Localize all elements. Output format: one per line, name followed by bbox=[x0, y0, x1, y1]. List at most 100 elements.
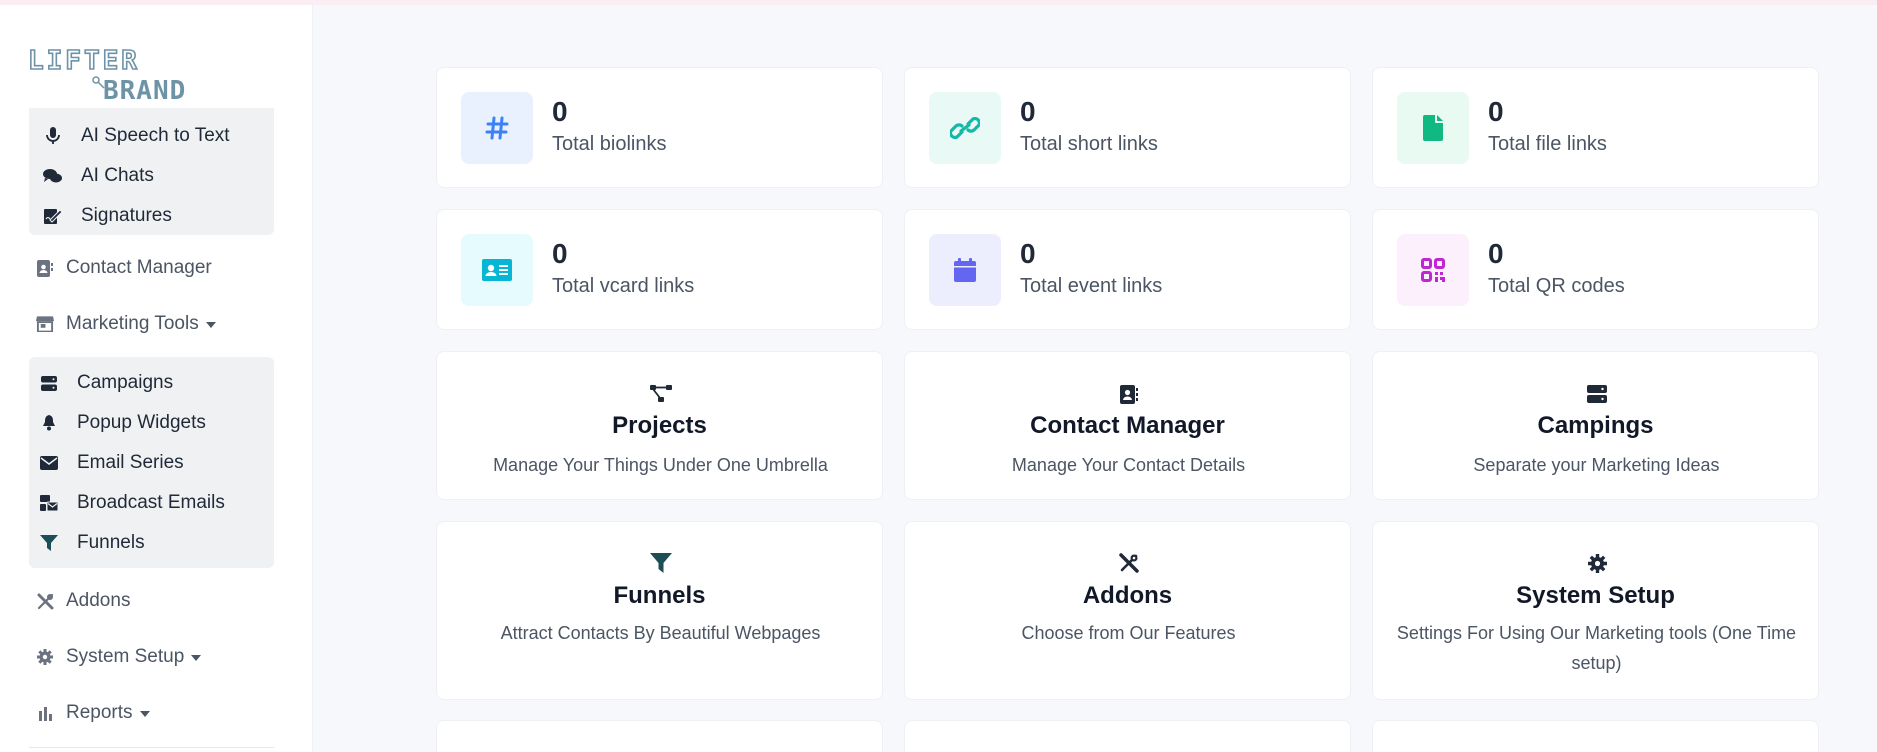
sidebar-item-funnels[interactable]: Funnels bbox=[29, 525, 274, 561]
stat-label: Total QR codes bbox=[1488, 275, 1625, 297]
feature-description: Manage Your Things Under One Umbrella bbox=[493, 455, 828, 475]
sidebar-item-addons[interactable]: Addons bbox=[36, 583, 130, 619]
sidebar-item-contact-manager[interactable]: Contact Manager bbox=[36, 250, 212, 286]
sidebar-item-popup-widgets[interactable]: Popup Widgets bbox=[29, 405, 274, 441]
feature-card[interactable] bbox=[904, 720, 1351, 752]
sidebar-item-label: AI Speech to Text bbox=[81, 125, 230, 146]
feature-title: Projects bbox=[612, 412, 707, 439]
sidebar-item-label: Funnels bbox=[77, 532, 145, 553]
stat-card-file-links[interactable]: 0 Total file links bbox=[1372, 67, 1819, 188]
sidebar-item-ai-chats[interactable]: AI Chats bbox=[29, 158, 274, 194]
comments-icon bbox=[43, 166, 63, 186]
feature-description: Choose from Our Features bbox=[1021, 623, 1236, 643]
sidebar-item-ai-speech-to-text[interactable]: AI Speech to Text bbox=[29, 118, 274, 154]
stat-value: 0 bbox=[1020, 238, 1036, 269]
sidebar-item-marketing-tools[interactable]: Marketing Tools bbox=[36, 306, 216, 342]
stat-value: 0 bbox=[552, 238, 568, 269]
feature-card[interactable] bbox=[1372, 720, 1819, 752]
svg-text:BRAND: BRAND bbox=[103, 76, 186, 105]
hashtag-icon bbox=[461, 92, 533, 164]
filter-icon bbox=[650, 552, 672, 574]
feature-title: System Setup bbox=[1516, 582, 1675, 609]
sidebar-item-label: Contact Manager bbox=[66, 257, 212, 278]
tools-icon bbox=[1118, 552, 1140, 574]
sidebar-item-label: Reports bbox=[66, 702, 133, 723]
stat-label: Total biolinks bbox=[552, 133, 667, 155]
address-book-icon bbox=[1118, 383, 1140, 405]
chevron-down-icon bbox=[205, 322, 216, 328]
sidebar-item-label: Signatures bbox=[81, 205, 172, 226]
feature-card-contact-manager[interactable]: Contact Manager Manage Your Contact Deta… bbox=[904, 351, 1351, 500]
sidebar-item-label: Addons bbox=[66, 590, 131, 611]
sidebar-item-label: Campaigns bbox=[77, 372, 174, 393]
stat-value: 0 bbox=[1020, 96, 1036, 127]
project-diagram-icon bbox=[650, 383, 672, 405]
feature-card[interactable] bbox=[436, 720, 883, 752]
calendar-icon bbox=[929, 234, 1001, 306]
qrcode-icon bbox=[1397, 234, 1469, 306]
feature-description: Settings For Using Our Marketing tools (… bbox=[1396, 623, 1797, 673]
id-card-icon bbox=[461, 234, 533, 306]
file-icon bbox=[1397, 92, 1469, 164]
link-icon bbox=[929, 92, 1001, 164]
feature-card-campings[interactable]: Campings Separate your Marketing Ideas bbox=[1372, 351, 1819, 500]
stat-value: 0 bbox=[1488, 238, 1504, 269]
svg-text:LIFTER: LIFTER bbox=[28, 47, 140, 76]
stat-label: Total file links bbox=[1488, 133, 1607, 155]
sidebar-item-email-series[interactable]: Email Series bbox=[29, 445, 274, 481]
feature-description: Separate your Marketing Ideas bbox=[1473, 455, 1720, 475]
sidebar-item-system-setup[interactable]: System Setup bbox=[36, 639, 202, 675]
bell-icon bbox=[39, 413, 59, 433]
stat-card-short-links[interactable]: 0 Total short links bbox=[904, 67, 1351, 188]
feature-description: Attract Contacts By Beautiful Webpages bbox=[500, 623, 821, 643]
chevron-down-icon bbox=[139, 711, 150, 717]
sidebar-item-label: Popup Widgets bbox=[77, 412, 206, 433]
feature-card-funnels[interactable]: Funnels Attract Contacts By Beautiful We… bbox=[436, 521, 883, 700]
stat-value: 0 bbox=[1488, 96, 1504, 127]
stat-label: Total event links bbox=[1020, 275, 1163, 297]
chevron-down-icon bbox=[191, 655, 202, 661]
stat-value: 0 bbox=[552, 96, 568, 127]
chart-bar-icon bbox=[36, 704, 54, 722]
marketing-submenu: Campaigns Popup Widgets Email Series Bro… bbox=[29, 357, 274, 568]
cog-icon bbox=[1586, 552, 1608, 574]
stat-label: Total vcard links bbox=[552, 275, 695, 297]
stat-card-qr-codes[interactable]: 0 Total QR codes bbox=[1372, 209, 1819, 330]
divider bbox=[29, 747, 274, 748]
feature-description: Manage Your Contact Details bbox=[1011, 455, 1246, 475]
stat-card-vcard-links[interactable]: 0 Total vcard links bbox=[436, 209, 883, 330]
sidebar: LIFTER BRAND AI Speech to Text AI Chats bbox=[0, 5, 313, 752]
feature-title: Contact Manager bbox=[1030, 412, 1225, 439]
sidebar-item-label: System Setup bbox=[66, 646, 185, 667]
sidebar-item-label: AI Chats bbox=[81, 165, 154, 186]
cog-icon bbox=[36, 648, 54, 666]
sidebar-item-signatures[interactable]: Signatures bbox=[29, 198, 274, 234]
sidebar-item-label: Marketing Tools bbox=[66, 313, 199, 334]
stat-label: Total short links bbox=[1020, 133, 1158, 155]
feature-title: Addons bbox=[1082, 582, 1173, 609]
server-icon bbox=[39, 373, 59, 393]
feature-card-projects[interactable]: Projects Manage Your Things Under One Um… bbox=[436, 351, 883, 500]
sidebar-item-label: Email Series bbox=[77, 452, 184, 473]
microphone-icon bbox=[43, 126, 63, 146]
envelope-icon bbox=[39, 453, 59, 473]
stat-card-biolinks[interactable]: 0 Total biolinks bbox=[436, 67, 883, 188]
brand-logo[interactable]: LIFTER BRAND bbox=[27, 45, 188, 106]
tools-icon bbox=[36, 592, 54, 610]
sidebar-item-campaigns[interactable]: Campaigns bbox=[29, 365, 274, 401]
stat-card-event-links[interactable]: 0 Total event links bbox=[904, 209, 1351, 330]
mail-bulk-icon bbox=[39, 493, 59, 513]
store-icon bbox=[36, 315, 54, 333]
filter-icon bbox=[39, 533, 59, 553]
feature-card-system-setup[interactable]: System Setup Settings For Using Our Mark… bbox=[1372, 521, 1819, 700]
feature-title: Funnels bbox=[613, 582, 706, 609]
address-book-icon bbox=[36, 259, 54, 277]
sidebar-item-label: Broadcast Emails bbox=[77, 492, 225, 513]
feature-title: Campings bbox=[1537, 412, 1654, 439]
feature-card-addons[interactable]: Addons Choose from Our Features bbox=[904, 521, 1351, 700]
ai-submenu: AI Speech to Text AI Chats Signatures bbox=[29, 108, 274, 235]
sidebar-item-reports[interactable]: Reports bbox=[36, 695, 150, 731]
signature-icon bbox=[43, 206, 63, 226]
server-icon bbox=[1586, 383, 1608, 405]
sidebar-item-broadcast-emails[interactable]: Broadcast Emails bbox=[29, 485, 274, 521]
